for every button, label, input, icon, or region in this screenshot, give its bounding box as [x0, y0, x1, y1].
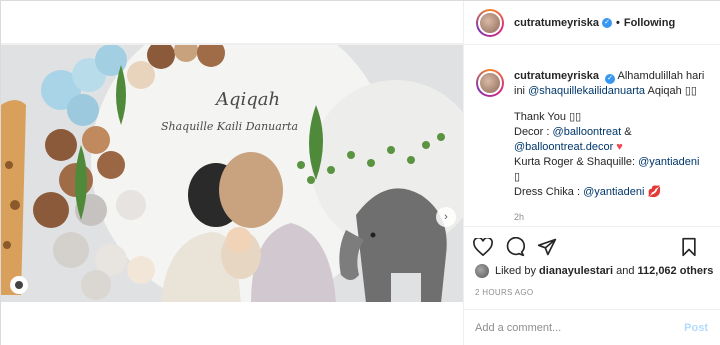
decor-label: Decor : — [514, 126, 550, 138]
verified-badge-icon: ✓ — [602, 17, 612, 28]
post-comment-button[interactable]: Post — [684, 322, 708, 334]
share-direct-icon[interactable] — [537, 237, 557, 257]
mention-yantiadeni-1[interactable]: @yantiadeni — [638, 156, 699, 168]
comment-input[interactable] — [475, 321, 685, 334]
add-comment-bar: Post — [463, 309, 720, 345]
kurta-label: Kurta Roger & Shaquille: — [514, 156, 636, 168]
likes-and: and — [616, 265, 635, 277]
caption-text: cutratumeyriska ✓ Alhamdulillah hari ini… — [514, 69, 712, 225]
author-avatar[interactable] — [476, 8, 504, 37]
dress-label: Dress Chika : — [514, 186, 581, 198]
likes-count[interactable]: 112,062 others — [638, 265, 714, 277]
liker-avatar[interactable] — [475, 264, 489, 278]
following-button[interactable]: Following — [624, 17, 675, 29]
mention-balloontreat-decor[interactable]: @balloontreat.decor — [514, 141, 613, 153]
mention-yantiadeni-2[interactable]: @yantiadeni — [583, 186, 644, 198]
caption-verified-icon: ✓ — [605, 74, 616, 84]
mention-balloontreat[interactable]: @balloontreat — [553, 126, 622, 138]
next-image-button[interactable]: › — [436, 207, 456, 227]
post-header: cutratumeyriska ✓ • Following — [464, 1, 720, 45]
author-username[interactable]: cutratumeyriska — [514, 17, 599, 29]
party-photo: Aqiqah Shaquille Kaili Danuarta — [1, 45, 463, 302]
caption-thanks: Thank You — [514, 111, 566, 123]
lips-emoji-icon: 💋 — [647, 186, 662, 198]
caption-time[interactable]: 2h — [514, 210, 712, 225]
banner-title-text: Aqiqah — [214, 89, 280, 110]
media-top-padding — [1, 1, 463, 44]
media-bottom-padding — [1, 302, 463, 345]
mention-shaquille[interactable]: @shaquillekailidanuarta — [528, 85, 645, 97]
action-bar — [463, 226, 720, 266]
like-heart-icon[interactable] — [473, 237, 493, 256]
header-separator: • — [616, 16, 620, 29]
caption-avatar[interactable] — [476, 69, 504, 97]
likes-prefix: Liked by — [495, 265, 536, 277]
emoji-placeholder: ▯ — [514, 171, 521, 183]
post-image[interactable]: Aqiqah Shaquille Kaili Danuarta › — [1, 44, 463, 302]
comment-icon[interactable] — [505, 236, 525, 257]
save-bookmark-icon[interactable] — [680, 237, 698, 257]
banner-name-text: Shaquille Kaili Danuarta — [161, 120, 298, 133]
liker-username[interactable]: dianayulestari — [539, 265, 613, 277]
emoji-placeholder: ▯▯ — [569, 111, 582, 123]
likes-summary: Liked by dianayulestari and 112,062 othe… — [475, 264, 713, 278]
ampersand: & — [624, 126, 632, 138]
caption-block: cutratumeyriska ✓ Alhamdulillah hari ini… — [476, 69, 712, 225]
chevron-right-icon: › — [444, 211, 448, 223]
post-frame: Aqiqah Shaquille Kaili Danuarta › cutrat… — [0, 0, 720, 345]
heart-emoji-icon: ♥ — [616, 141, 623, 153]
caption-username[interactable]: cutratumeyriska — [514, 70, 599, 82]
emoji-placeholder: ▯▯ — [684, 85, 697, 97]
post-timestamp[interactable]: 2 HOURS AGO — [475, 288, 533, 297]
caption-line1b: Aqiqah — [647, 85, 682, 97]
